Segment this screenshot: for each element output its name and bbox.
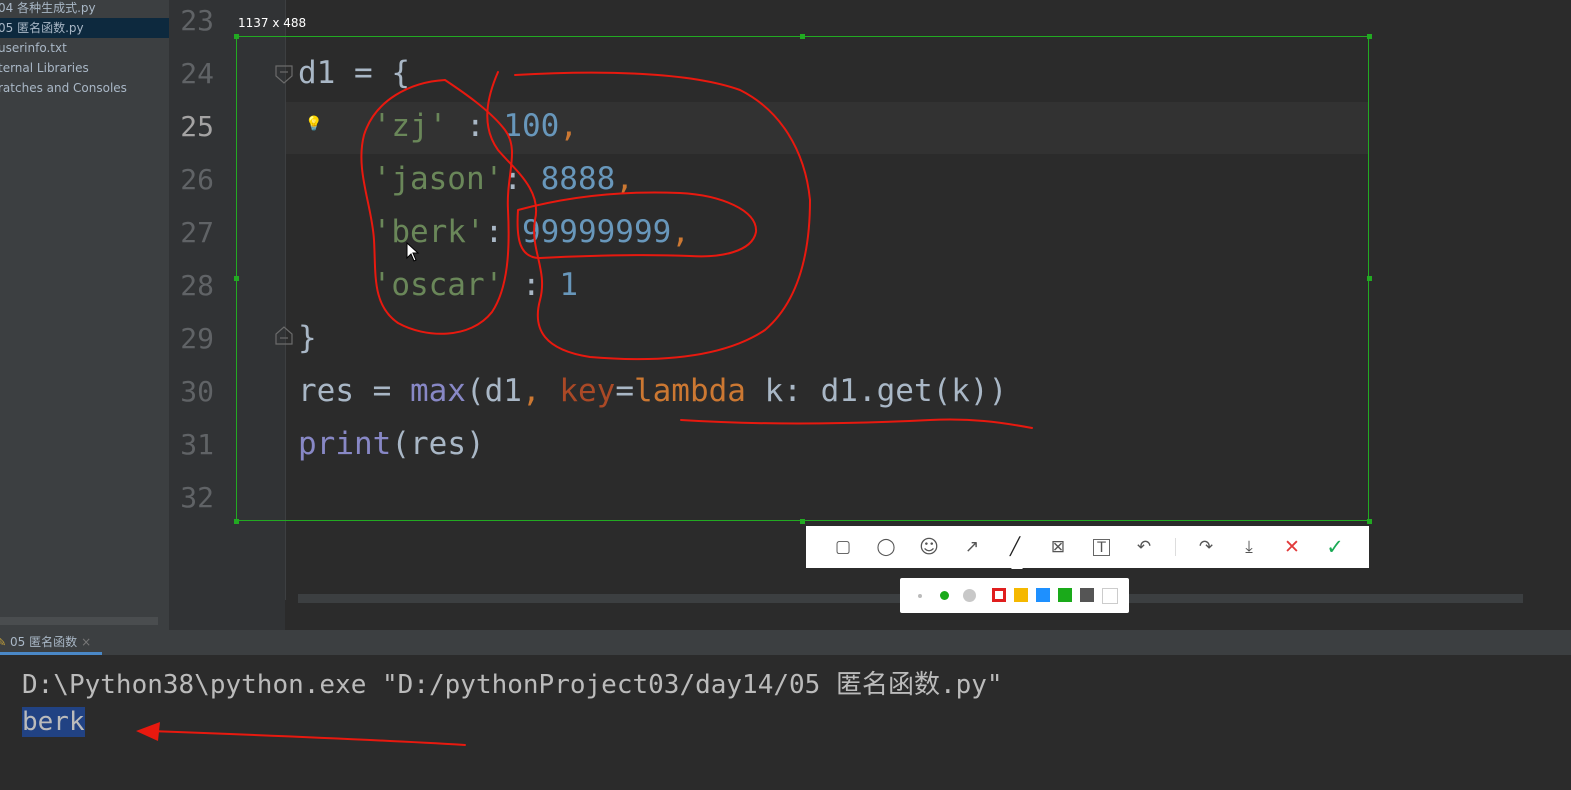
selected-output-text[interactable]: berk [22,707,85,737]
arrow-tool-icon[interactable]: ↗ [960,535,984,559]
resize-handle[interactable] [234,34,239,39]
pen-style-palette [900,578,1129,613]
line-number: 28 [180,269,214,302]
resize-handle[interactable] [234,276,239,281]
resize-handle[interactable] [800,519,805,524]
size-small-dot[interactable] [918,594,922,598]
tree-item-file[interactable]: 04 各种生成式.py [0,0,169,18]
text-tool-icon[interactable]: T [1093,539,1110,556]
line-number: 27 [180,216,214,249]
rectangle-tool-icon[interactable]: ▢ [831,535,855,559]
python-run-icon: ✎ [0,636,6,649]
color-swatch-white[interactable] [1102,588,1118,604]
selection-dimension-label: 1137 x 488 [238,16,307,30]
tree-item-file[interactable]: userinfo.txt [0,38,169,58]
close-tab-icon[interactable]: × [81,635,91,649]
tree-item-scratches[interactable]: ratches and Consoles [0,78,169,98]
size-large-dot[interactable] [963,589,976,602]
run-tool-window-tabs: ✎ 05 匿名函数× [0,630,1571,656]
line-number: 26 [180,163,214,196]
project-sidebar: 04 各种生成式.py 05 匿名函数.py userinfo.txt tern… [0,0,169,630]
color-swatch-green[interactable] [1058,588,1072,602]
color-swatch-red-selected[interactable] [992,588,1006,602]
console-output-line: berk [22,707,85,737]
screenshot-selection-rect[interactable] [236,36,1369,521]
emoji-tool-icon[interactable]: ☺ [917,535,941,559]
line-number: 29 [180,322,214,355]
undo-icon[interactable]: ↶ [1132,535,1156,559]
share-icon[interactable]: ↷ [1194,535,1218,559]
mouse-cursor-icon [406,242,420,262]
resize-handle[interactable] [1367,519,1372,524]
line-number: 32 [180,481,214,514]
resize-handle[interactable] [800,34,805,39]
tree-item-file-selected[interactable]: 05 匿名函数.py [0,18,169,38]
resize-handle[interactable] [1367,34,1372,39]
size-medium-dot[interactable] [940,591,949,600]
cancel-icon[interactable]: ✕ [1280,535,1304,559]
line-number-current: 25 [180,110,214,143]
ellipse-tool-icon[interactable]: ◯ [874,535,898,559]
line-number: 30 [180,375,214,408]
run-tab[interactable]: ✎ 05 匿名函数× [0,630,102,655]
sidebar-scrollbar[interactable] [0,617,158,625]
line-number: 24 [180,57,214,90]
resize-handle[interactable] [234,519,239,524]
confirm-icon[interactable]: ✓ [1323,535,1347,559]
download-icon[interactable]: ⤓ [1237,535,1261,559]
color-swatch-blue[interactable] [1036,588,1050,602]
toolbar-separator [1175,538,1176,556]
color-swatch-gray[interactable] [1080,588,1094,602]
run-console[interactable]: D:\Python38\python.exe "D:/pythonProject… [0,655,1571,790]
pen-tool-icon[interactable]: ╱ [1003,535,1027,569]
screenshot-toolbar: ▢ ◯ ☺ ↗ ╱ ⊠ T ↶ ↷ ⤓ ✕ ✓ [806,526,1369,569]
color-swatch-yellow[interactable] [1014,588,1028,602]
console-command-line: D:\Python38\python.exe "D:/pythonProject… [22,670,1003,700]
mosaic-tool-icon[interactable]: ⊠ [1046,535,1070,559]
tree-item-external-libraries[interactable]: ternal Libraries [0,58,169,78]
line-number: 31 [180,428,214,461]
line-number: 23 [180,4,214,37]
resize-handle[interactable] [1367,276,1372,281]
